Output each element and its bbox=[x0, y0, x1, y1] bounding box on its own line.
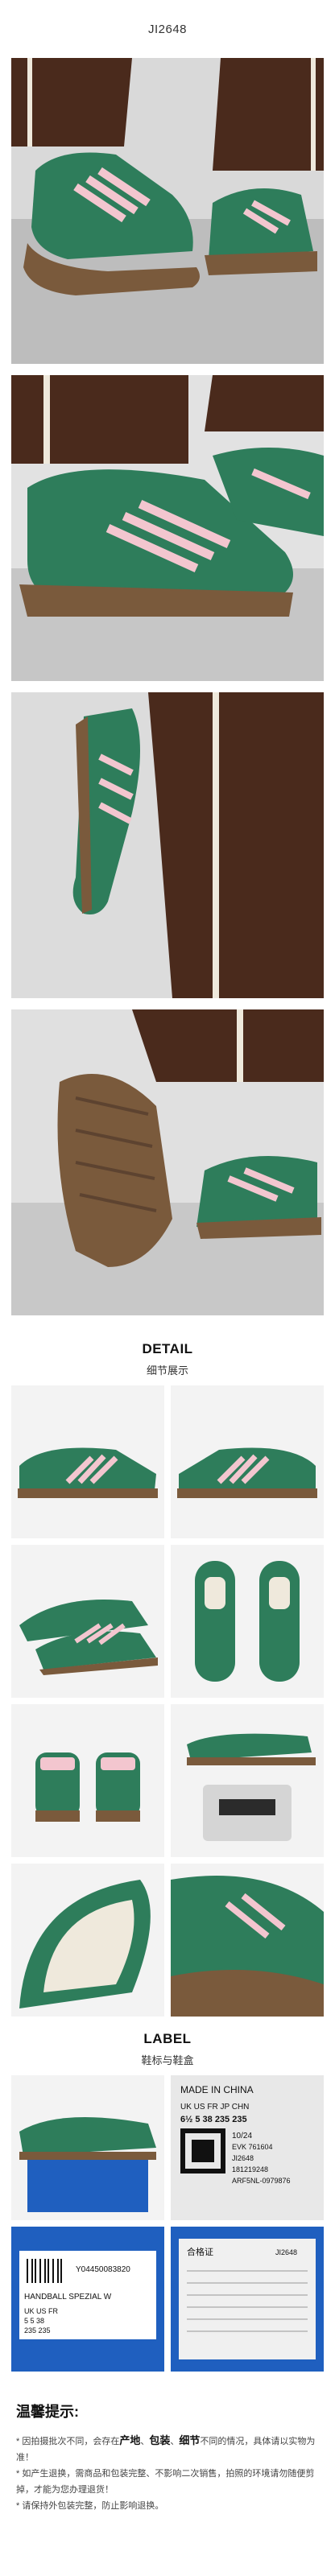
detail-photo-insole bbox=[11, 1864, 164, 2017]
tips-sep-2: 、 bbox=[170, 2437, 180, 2446]
detail-photo-scale-weight bbox=[171, 1704, 324, 1857]
detail-title-en: DETAIL bbox=[142, 1341, 193, 1356]
product-sku: JI2648 bbox=[147, 22, 188, 36]
label-photo-grid: MADE IN CHINA UK US FR JP CHN 6½ 5 38 23… bbox=[11, 2075, 324, 2372]
detail-photo-side-right bbox=[171, 1385, 324, 1538]
detail-photo-pair-angle bbox=[11, 1545, 164, 1698]
size-label-code2: JI2648 bbox=[232, 2154, 254, 2162]
detail-photo-grid bbox=[11, 1385, 324, 2017]
tips-title: 温馨提示: bbox=[16, 2404, 79, 2420]
detail-photo-heel-view bbox=[11, 1704, 164, 1857]
tips-line-1-a: * 因拍摄批次不同，会存在 bbox=[16, 2437, 120, 2446]
tips-origin: 产地 bbox=[119, 2434, 141, 2446]
hero-photo-3 bbox=[11, 692, 324, 998]
label-photo-shoe-on-box bbox=[11, 2075, 164, 2220]
size-label-made-in: MADE IN CHINA bbox=[180, 2084, 254, 2095]
certificate-heading: 合格证 bbox=[187, 2246, 213, 2257]
detail-photo-suede-closeup bbox=[171, 1864, 324, 2017]
box-label-sticker: Y04450083820 HANDBALL SPEZIAL W UK US FR… bbox=[11, 2227, 164, 2372]
tips-line-1: * 因拍摄批次不同，会存在产地、包装、细节不同的情况，具体请以实物为准！ bbox=[16, 2433, 319, 2466]
box-label-sizes-mid: 5 5 38 bbox=[24, 2317, 44, 2325]
size-label-code4: ARF5NL-0979876 bbox=[232, 2177, 291, 2185]
size-label-values: 6½ 5 38 235 235 bbox=[180, 2115, 247, 2124]
box-label-barcode-number: Y04450083820 bbox=[76, 2265, 130, 2274]
product-detail-page: JI2648 DETAIL 细节展示 LABEL 鞋标与鞋盒 MADE IN C… bbox=[0, 0, 335, 2576]
size-label-code3: 181219248 bbox=[232, 2165, 268, 2174]
hero-photo-4 bbox=[11, 1009, 324, 1315]
box-label-sizes-bot: 235 235 bbox=[24, 2326, 51, 2334]
detail-photo-top-view bbox=[171, 1545, 324, 1698]
tips-packaging: 包装 bbox=[149, 2434, 171, 2446]
hero-photo-2 bbox=[11, 375, 324, 681]
detail-section-heading: DETAIL 细节展示 bbox=[0, 1327, 335, 1385]
tips-line-3: * 请保持外包装完整，防止影响退换。 bbox=[16, 2501, 164, 2511]
size-label-tag: MADE IN CHINA UK US FR JP CHN 6½ 5 38 23… bbox=[171, 2075, 324, 2220]
detail-title-cn: 细节展示 bbox=[146, 1364, 188, 1377]
label-title-cn: 鞋标与鞋盒 bbox=[141, 2054, 194, 2066]
detail-photo-side-left bbox=[11, 1385, 164, 1538]
certificate-code: JI2648 bbox=[275, 2248, 297, 2256]
hero-photo-1 bbox=[11, 58, 324, 364]
tips-sep-1: 、 bbox=[140, 2437, 150, 2446]
tips-line-2: * 如产生退换，需商品和包装完整、不影响二次销售，拍照的环境请勿随便剪掉，才能为… bbox=[16, 2469, 315, 2495]
certificate-card: 合格证 JI2648 bbox=[171, 2227, 324, 2372]
size-label-headers: UK US FR JP CHN bbox=[180, 2103, 249, 2112]
label-section-heading: LABEL 鞋标与鞋盒 bbox=[0, 2017, 335, 2075]
tips-section: 温馨提示: * 因拍摄批次不同，会存在产地、包装、细节不同的情况，具体请以实物为… bbox=[16, 2401, 319, 2514]
box-label-product: HANDBALL SPEZIAL W bbox=[24, 2293, 112, 2301]
tips-details: 细节 bbox=[179, 2434, 201, 2446]
label-title-en: LABEL bbox=[143, 2031, 192, 2046]
box-label-sizes-top: UK US FR bbox=[24, 2307, 59, 2315]
size-label-date: 10/24 bbox=[232, 2132, 252, 2140]
size-label-code1: EVK 761604 bbox=[232, 2143, 273, 2151]
